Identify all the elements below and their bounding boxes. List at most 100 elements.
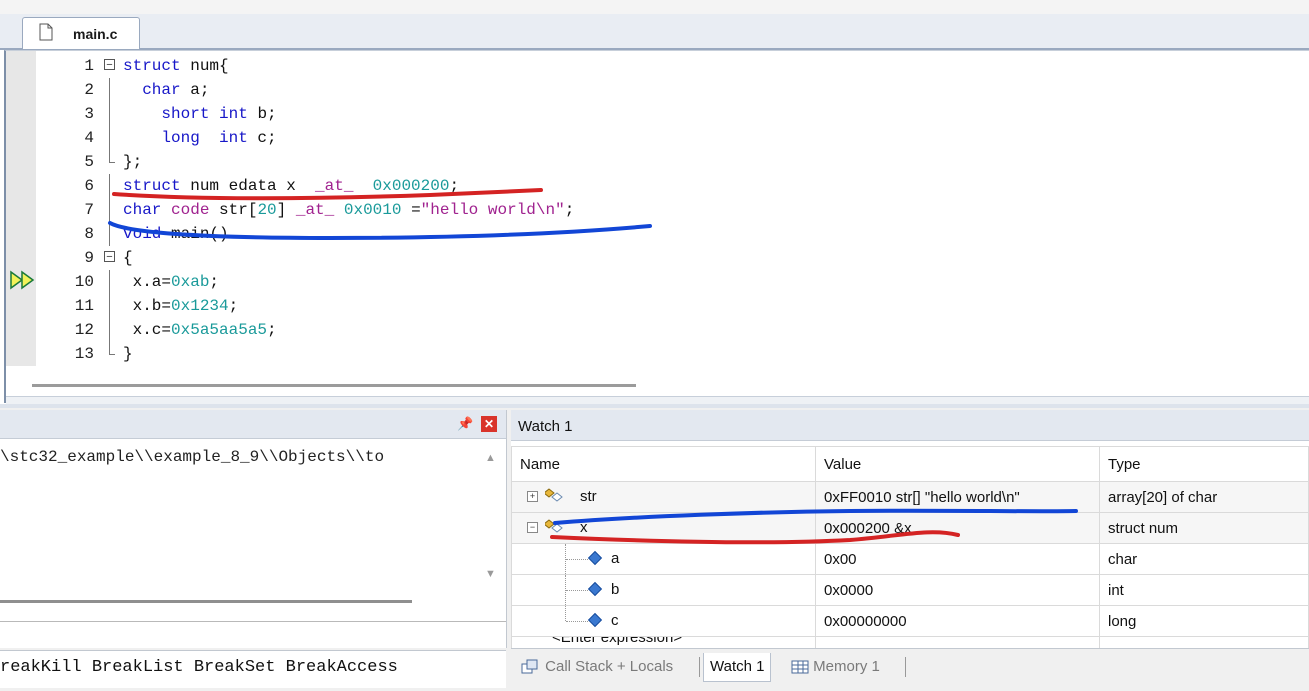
code-line[interactable]: 6 struct num edata x _at_ 0x000200; — [6, 174, 1306, 198]
editor-horizontal-scrollbar[interactable] — [32, 384, 636, 387]
fold-guide-line — [109, 270, 110, 294]
column-header-value[interactable]: Value — [815, 446, 1100, 482]
watch-value-cell[interactable]: 0xFF0010 str[] "hello world\n" — [815, 481, 1100, 513]
code-line[interactable]: 2 char a; — [6, 78, 1306, 102]
command-help-text: reakKill BreakList BreakSet BreakAccess — [0, 658, 398, 677]
code-line[interactable]: 7 char code str[20] _at_ 0x0010 ="hello w… — [6, 198, 1306, 222]
pin-icon[interactable]: 📌 — [457, 416, 473, 432]
watch-row-c[interactable]: c 0x00000000 long — [511, 605, 1309, 637]
code-token: char — [142, 81, 181, 99]
code-text: } — [123, 342, 133, 366]
watch-window-title: Watch 1 — [518, 418, 573, 435]
fold-toggle-icon[interactable]: − — [104, 251, 115, 263]
expand-plus-icon[interactable]: + — [527, 491, 538, 502]
watch-name-text: x — [580, 519, 588, 536]
column-header-type[interactable]: Type — [1099, 446, 1309, 482]
code-text: x.c=0x5a5aa5a5; — [123, 318, 277, 342]
code-token: 0x000200 — [372, 177, 450, 195]
code-line[interactable]: 13} — [6, 342, 1306, 366]
fold-toggle-icon[interactable]: − — [104, 59, 115, 71]
code-token: }; — [123, 153, 143, 171]
code-text: short int b; — [123, 102, 276, 126]
tree-branch — [566, 559, 588, 560]
line-number: 9 — [84, 249, 94, 267]
watch-tab-bar: Call Stack + Locals Watch 1 Memory 1 — [511, 648, 1309, 688]
line-number: 5 — [84, 153, 94, 171]
scroll-up-icon[interactable]: ▲ — [485, 452, 496, 464]
watch-type-text: char — [1108, 550, 1138, 568]
command-input-line[interactable] — [0, 621, 506, 622]
code-editor[interactable]: 1− struct num{2 char a; 3 short int b; 4 lo… — [4, 50, 1309, 404]
tab-label: Call Stack + Locals — [545, 658, 674, 675]
code-line[interactable]: 8 void main() — [6, 222, 1306, 246]
tab-main-c[interactable]: main.c — [22, 17, 140, 49]
watch-row-x[interactable]: − x 0x000200 &x struct num — [511, 512, 1309, 544]
watch-row-a[interactable]: a 0x00 char — [511, 543, 1309, 575]
member-variable-icon — [587, 612, 603, 628]
command-window-header: 📌 ✕ — [0, 410, 506, 439]
code-line[interactable]: 5}; — [6, 150, 1306, 174]
close-icon[interactable]: ✕ — [481, 416, 497, 432]
tab-label: Memory 1 — [813, 658, 880, 675]
watch-name-text: str — [580, 488, 597, 505]
line-number: 7 — [84, 201, 94, 219]
member-variable-icon — [587, 581, 603, 597]
watch-type-cell: char — [1099, 543, 1309, 575]
watch-type-text: int — [1108, 581, 1124, 599]
code-line[interactable]: 10 x.a=0xab; — [6, 270, 1306, 294]
code-token: _at_ — [295, 201, 335, 219]
watch-name-cell[interactable]: a — [511, 543, 816, 575]
code-token: struct — [123, 57, 181, 75]
watch-name-cell[interactable]: + str — [511, 481, 816, 513]
code-line[interactable]: 11 x.b=0x1234; — [6, 294, 1306, 318]
header-type-label: Type — [1108, 455, 1141, 473]
watch-value-cell[interactable]: 0x00 — [815, 543, 1100, 575]
code-token: long — [161, 129, 200, 147]
watch-name-cell[interactable]: c — [511, 605, 816, 637]
fold-guide-line — [109, 198, 110, 222]
code-token: num edata x — [180, 177, 316, 195]
scroll-down-icon[interactable]: ▼ — [485, 568, 496, 580]
code-token: x.a= — [123, 273, 172, 291]
watch-row-str[interactable]: + str 0xFF0010 str[] "hello world\n" arr… — [511, 481, 1309, 513]
watch-value-cell[interactable]: 0x00000000 — [815, 605, 1100, 637]
watch-window: Watch 1 Name Value Type + str 0xFF0010 s… — [511, 410, 1309, 652]
code-line[interactable]: 4 long int c; — [6, 126, 1306, 150]
code-token: 20 — [257, 201, 277, 219]
collapse-minus-icon[interactable]: − — [527, 522, 538, 533]
code-token: 0x5a5aa5a5 — [171, 321, 268, 339]
tab-watch-1[interactable]: Watch 1 — [703, 653, 772, 682]
code-token: _at_ — [315, 177, 354, 195]
watch-value-cell[interactable]: 0x0000 — [815, 574, 1100, 606]
fold-guide-line — [109, 294, 110, 318]
code-token: short — [161, 105, 210, 123]
column-header-name[interactable]: Name — [511, 446, 816, 482]
code-line[interactable]: 3 short int b; — [6, 102, 1306, 126]
code-token: void — [123, 225, 162, 243]
tab-call-stack-locals[interactable]: Call Stack + Locals — [521, 653, 673, 681]
code-token: code — [171, 201, 210, 219]
fold-guide-line — [109, 222, 110, 246]
code-text: { — [123, 246, 133, 270]
code-token: = — [401, 201, 421, 219]
tab-memory-1[interactable]: Memory 1 — [791, 653, 880, 681]
code-line[interactable]: 1− struct num{ — [6, 54, 1306, 78]
watch-name-cell[interactable]: − x — [511, 512, 816, 544]
watch-row-b[interactable]: b 0x0000 int — [511, 574, 1309, 606]
code-token: x.b= — [123, 297, 172, 315]
watch-name-cell[interactable]: b — [511, 574, 816, 606]
code-line[interactable]: 9−{ — [6, 246, 1306, 270]
command-horizontal-scrollbar[interactable] — [0, 600, 412, 603]
watch-type-cell: array[20] of char — [1099, 481, 1309, 513]
watch-table: Name Value Type + str 0xFF0010 str[] "he… — [511, 446, 1309, 652]
line-number: 11 — [74, 297, 94, 315]
tree-branch — [566, 621, 588, 622]
watch-value-cell[interactable]: 0x000200 &x — [815, 512, 1100, 544]
top-toolbar-strip — [0, 0, 1309, 15]
code-line[interactable]: 12 x.c=0x5a5aa5a5; — [6, 318, 1306, 342]
code-token: ; — [449, 177, 460, 195]
watch-value-text: 0x000200 &x — [824, 519, 912, 537]
